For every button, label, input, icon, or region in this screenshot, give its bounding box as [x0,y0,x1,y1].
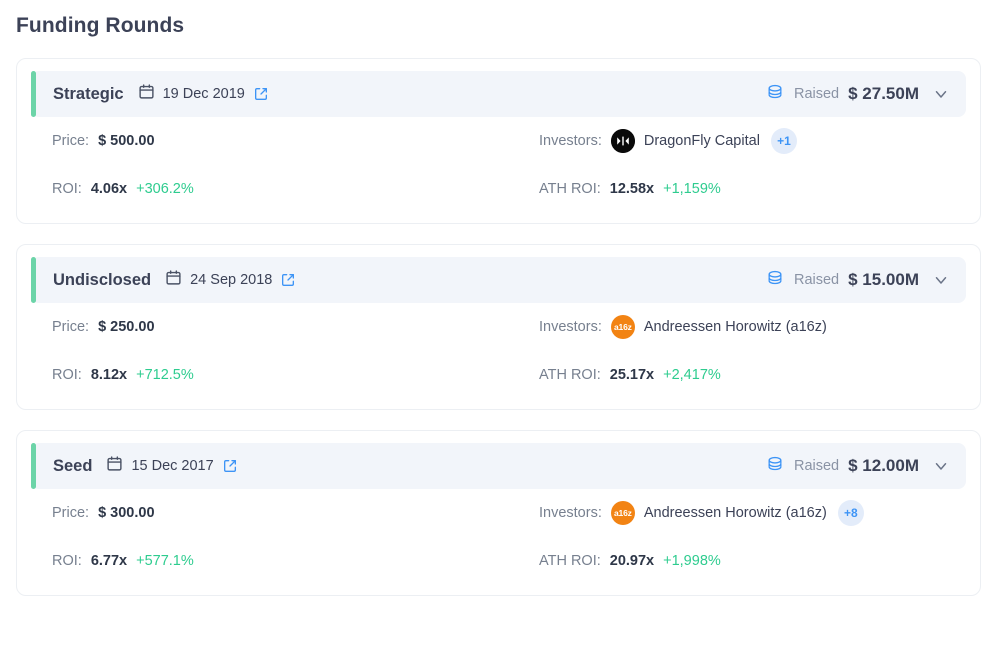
round-header-left: Strategic 19 Dec 2019 [53,83,765,105]
price-row: Price: $ 250.00 [33,303,521,351]
ath-roi-row: ATH ROI: 20.97x +1,998% [521,537,964,585]
price-row: Price: $ 300.00 [33,489,521,537]
price-value: $ 250.00 [98,319,155,336]
roi-label: ROI: [52,367,82,384]
ath-roi-value: 20.97x [609,553,655,570]
investors-row: Investors: a16z Andreessen Horowitz (a16… [521,303,964,351]
round-name: Seed [53,456,93,475]
investor-avatar [610,129,635,154]
coins-stack-icon [765,82,785,107]
roi-change: +306.2% [136,181,194,198]
investor-avatar-label: a16z [614,507,632,518]
raised-amount: $ 15.00M [848,270,919,290]
investor-avatar-label: a16z [614,321,632,332]
price-label: Price: [52,505,90,522]
roi-value: 4.06x [90,181,128,198]
round-header[interactable]: Seed 15 Dec 2017 Raised $ 12.00M [31,443,966,490]
ath-roi-row: ATH ROI: 12.58x +1,159% [521,165,964,213]
investors-row: Investors: DragonFly Capital +1 [521,117,964,165]
funding-round-card[interactable]: Undisclosed 24 Sep 2018 Raised $ 15.00M [16,244,981,411]
investors-label: Investors: [539,319,602,336]
roi-label: ROI: [52,553,82,570]
price-value: $ 500.00 [98,133,155,150]
external-link-icon[interactable] [222,458,238,474]
funding-rounds-page: Funding Rounds Strategic 19 Dec 2019 Rai… [0,0,997,672]
ath-roi-label: ATH ROI: [539,553,601,570]
roi-value: 8.12x [90,367,128,384]
round-accent-bar [31,71,36,118]
round-name: Undisclosed [53,270,152,289]
ath-roi-change: +1,998% [663,553,721,570]
coins-stack-icon [765,268,785,293]
round-name: Strategic [53,84,124,103]
round-header-right: Raised $ 15.00M [765,268,950,293]
round-header-left: Undisclosed 24 Sep 2018 [53,269,765,291]
price-label: Price: [52,319,90,336]
roi-row: ROI: 8.12x +712.5% [33,351,521,399]
page-title: Funding Rounds [16,14,185,37]
calendar-icon [138,83,155,105]
investor-name: DragonFly Capital [643,133,760,150]
round-date-group: 15 Dec 2017 [106,455,237,477]
chevron-down-icon[interactable] [932,85,950,103]
investor-avatar: a16z [610,501,635,526]
price-row: Price: $ 500.00 [33,117,521,165]
raised-label: Raised [793,272,840,289]
round-date: 15 Dec 2017 [131,458,214,475]
round-accent-bar [31,443,36,490]
raised-amount: $ 27.50M [848,84,919,104]
round-date-group: 24 Sep 2018 [165,269,296,291]
more-investors-badge[interactable]: +8 [837,500,864,527]
raised-amount: $ 12.00M [848,456,919,476]
ath-roi-row: ATH ROI: 25.17x +2,417% [521,351,964,399]
ath-roi-value: 25.17x [609,367,655,384]
round-accent-bar [31,257,36,304]
round-header-right: Raised $ 12.00M [765,454,950,479]
chevron-down-icon[interactable] [932,457,950,475]
round-header-left: Seed 15 Dec 2017 [53,455,765,477]
calendar-icon [106,455,123,477]
roi-change: +577.1% [136,553,194,570]
price-value: $ 300.00 [98,505,155,522]
round-date-group: 19 Dec 2019 [138,83,269,105]
price-label: Price: [52,133,90,150]
round-body: Price: $ 500.00 Investors: DragonFly Cap… [31,117,966,213]
round-body: Price: $ 300.00 Investors: a16z Andreess… [31,489,966,585]
raised-label: Raised [793,458,840,475]
investors-label: Investors: [539,505,602,522]
round-header[interactable]: Undisclosed 24 Sep 2018 Raised $ 15.00M [31,257,966,304]
more-investors-badge[interactable]: +1 [770,128,797,155]
coins-stack-icon [765,454,785,479]
investors-row: Investors: a16z Andreessen Horowitz (a16… [521,489,964,537]
roi-change: +712.5% [136,367,194,384]
round-date: 19 Dec 2019 [162,86,245,103]
roi-row: ROI: 6.77x +577.1% [33,537,521,585]
ath-roi-change: +1,159% [663,181,721,198]
calendar-icon [165,269,182,291]
ath-roi-value: 12.58x [609,181,655,198]
investors-label: Investors: [539,133,602,150]
ath-roi-label: ATH ROI: [539,367,601,384]
external-link-icon[interactable] [253,86,269,102]
raised-label: Raised [793,86,840,103]
ath-roi-label: ATH ROI: [539,181,601,198]
ath-roi-change: +2,417% [663,367,721,384]
round-header[interactable]: Strategic 19 Dec 2019 Raised $ 27.50M [31,71,966,118]
investor-avatar: a16z [610,315,635,340]
round-date: 24 Sep 2018 [190,272,273,289]
investor-name: Andreessen Horowitz (a16z) [643,319,827,336]
investor-name: Andreessen Horowitz (a16z) [643,505,827,522]
external-link-icon[interactable] [280,272,296,288]
roi-value: 6.77x [90,553,128,570]
roi-label: ROI: [52,181,82,198]
round-body: Price: $ 250.00 Investors: a16z Andreess… [31,303,966,399]
chevron-down-icon[interactable] [932,271,950,289]
funding-round-card[interactable]: Strategic 19 Dec 2019 Raised $ 27.50M Pr… [16,58,981,225]
funding-round-card[interactable]: Seed 15 Dec 2017 Raised $ 12.00M Price: … [16,430,981,597]
roi-row: ROI: 4.06x +306.2% [33,165,521,213]
round-header-right: Raised $ 27.50M [765,82,950,107]
